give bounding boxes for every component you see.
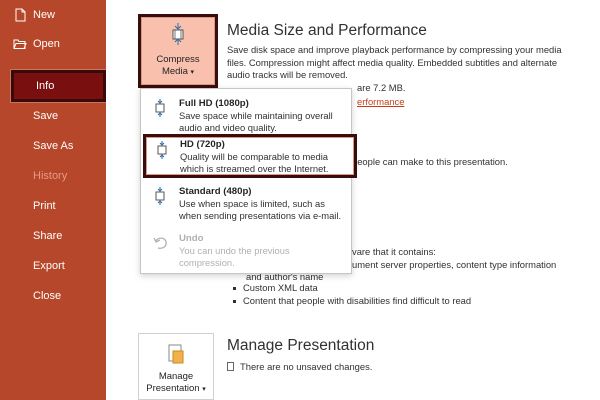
- chevron-down-icon: ▾: [190, 69, 195, 76]
- protect-partial-text: people can make to this presentation.: [352, 156, 508, 167]
- sidebar-item-label: Save As: [33, 140, 74, 152]
- menu-item-desc: Use when space is limited, such as: [179, 198, 325, 209]
- manage-section-title: Manage Presentation: [227, 337, 375, 354]
- sidebar-item-label: Share: [33, 230, 63, 242]
- sidebar-item-label: Print: [33, 200, 56, 212]
- menu-item-title: Standard (480p): [179, 186, 252, 197]
- menu-item-standard-480p[interactable]: Standard (480p) Use when space is limite…: [141, 181, 351, 227]
- manage-document-icon: [168, 344, 184, 364]
- undo-icon: [153, 237, 167, 249]
- folder-open-icon: [13, 39, 27, 49]
- sidebar-item-label: Close: [33, 290, 62, 302]
- media-description: Save disk space and improve playback per…: [227, 44, 562, 80]
- sidebar-item-info[interactable]: Info: [11, 70, 106, 102]
- new-document-icon: [15, 8, 26, 22]
- manage-status: There are no unsaved changes.: [227, 361, 372, 374]
- menu-item-title: Undo: [179, 233, 204, 244]
- compress-film-icon: [157, 141, 167, 159]
- backstage-sidebar: New Open Info Save Save As History Print…: [0, 0, 106, 400]
- sidebar-item-export[interactable]: Export: [0, 253, 106, 279]
- menu-item-desc: when sending presentations via e-mail.: [179, 209, 342, 221]
- sidebar-item-history: History: [0, 163, 106, 189]
- sidebar-item-print[interactable]: Print: [0, 193, 106, 219]
- compress-film-icon: [155, 187, 165, 205]
- manage-presentation-button[interactable]: Manage Presentation ▾: [138, 333, 214, 400]
- sidebar-item-label: Export: [33, 260, 65, 272]
- menu-item-undo: Undo You can undo the previous compressi…: [141, 228, 351, 274]
- menu-item-desc: You can undo the previous: [179, 245, 290, 256]
- compress-film-icon: [172, 23, 184, 45]
- compress-media-label-2: Media ▾: [161, 66, 195, 77]
- media-performance-link[interactable]: erformance: [357, 96, 404, 107]
- compress-media-button[interactable]: Compress Media ▾: [138, 14, 218, 88]
- menu-item-desc: compression.: [179, 256, 235, 268]
- sidebar-item-save[interactable]: Save: [0, 103, 106, 129]
- list-item: Custom XML data: [231, 282, 471, 295]
- inspect-bullet-list: Custom XML data Content that people with…: [231, 282, 471, 307]
- inspect-partial-text-2: ument server properties, content type in…: [352, 259, 557, 270]
- inspect-partial-text: vare that it contains:: [352, 246, 436, 257]
- sidebar-item-label: History: [33, 170, 68, 182]
- compress-film-icon: [155, 99, 165, 117]
- sidebar-item-close[interactable]: Close: [0, 283, 106, 309]
- media-size-text: are 7.2 MB.: [357, 82, 406, 93]
- sidebar-item-open[interactable]: Open: [0, 31, 106, 57]
- sidebar-item-save-as[interactable]: Save As: [0, 133, 106, 159]
- list-item: Content that people with disabilities fi…: [231, 295, 471, 308]
- manage-label-1: Manage: [158, 371, 194, 382]
- sidebar-item-label: Open: [33, 38, 60, 50]
- sidebar-item-label: Save: [33, 110, 59, 122]
- menu-item-title: HD (720p): [180, 139, 225, 150]
- menu-item-desc: audio and video quality.: [179, 121, 277, 133]
- menu-item-full-hd[interactable]: Full HD (1080p) Save space while maintai…: [141, 93, 351, 139]
- menu-item-desc: which is streamed over the Internet.: [180, 162, 329, 174]
- manage-label-2: Presentation ▾: [146, 383, 206, 394]
- menu-item-title: Full HD (1080p): [179, 98, 249, 109]
- compress-media-menu: Full HD (1080p) Save space while maintai…: [140, 88, 357, 274]
- sidebar-item-new[interactable]: New: [0, 2, 106, 28]
- menu-item-desc: Save space while maintaining overall: [179, 110, 333, 121]
- media-section-title: Media Size and Performance: [227, 22, 427, 39]
- menu-item-desc: Quality will be comparable to media: [180, 151, 328, 162]
- chevron-down-icon: ▾: [202, 386, 206, 393]
- sidebar-item-label: Info: [36, 80, 55, 92]
- menu-item-hd-720p[interactable]: HD (720p) Quality will be comparable to …: [143, 134, 357, 178]
- sidebar-item-share[interactable]: Share: [0, 223, 106, 249]
- document-icon: [227, 362, 234, 371]
- sidebar-item-label: New: [33, 9, 56, 21]
- compress-media-label-1: Compress: [156, 54, 200, 65]
